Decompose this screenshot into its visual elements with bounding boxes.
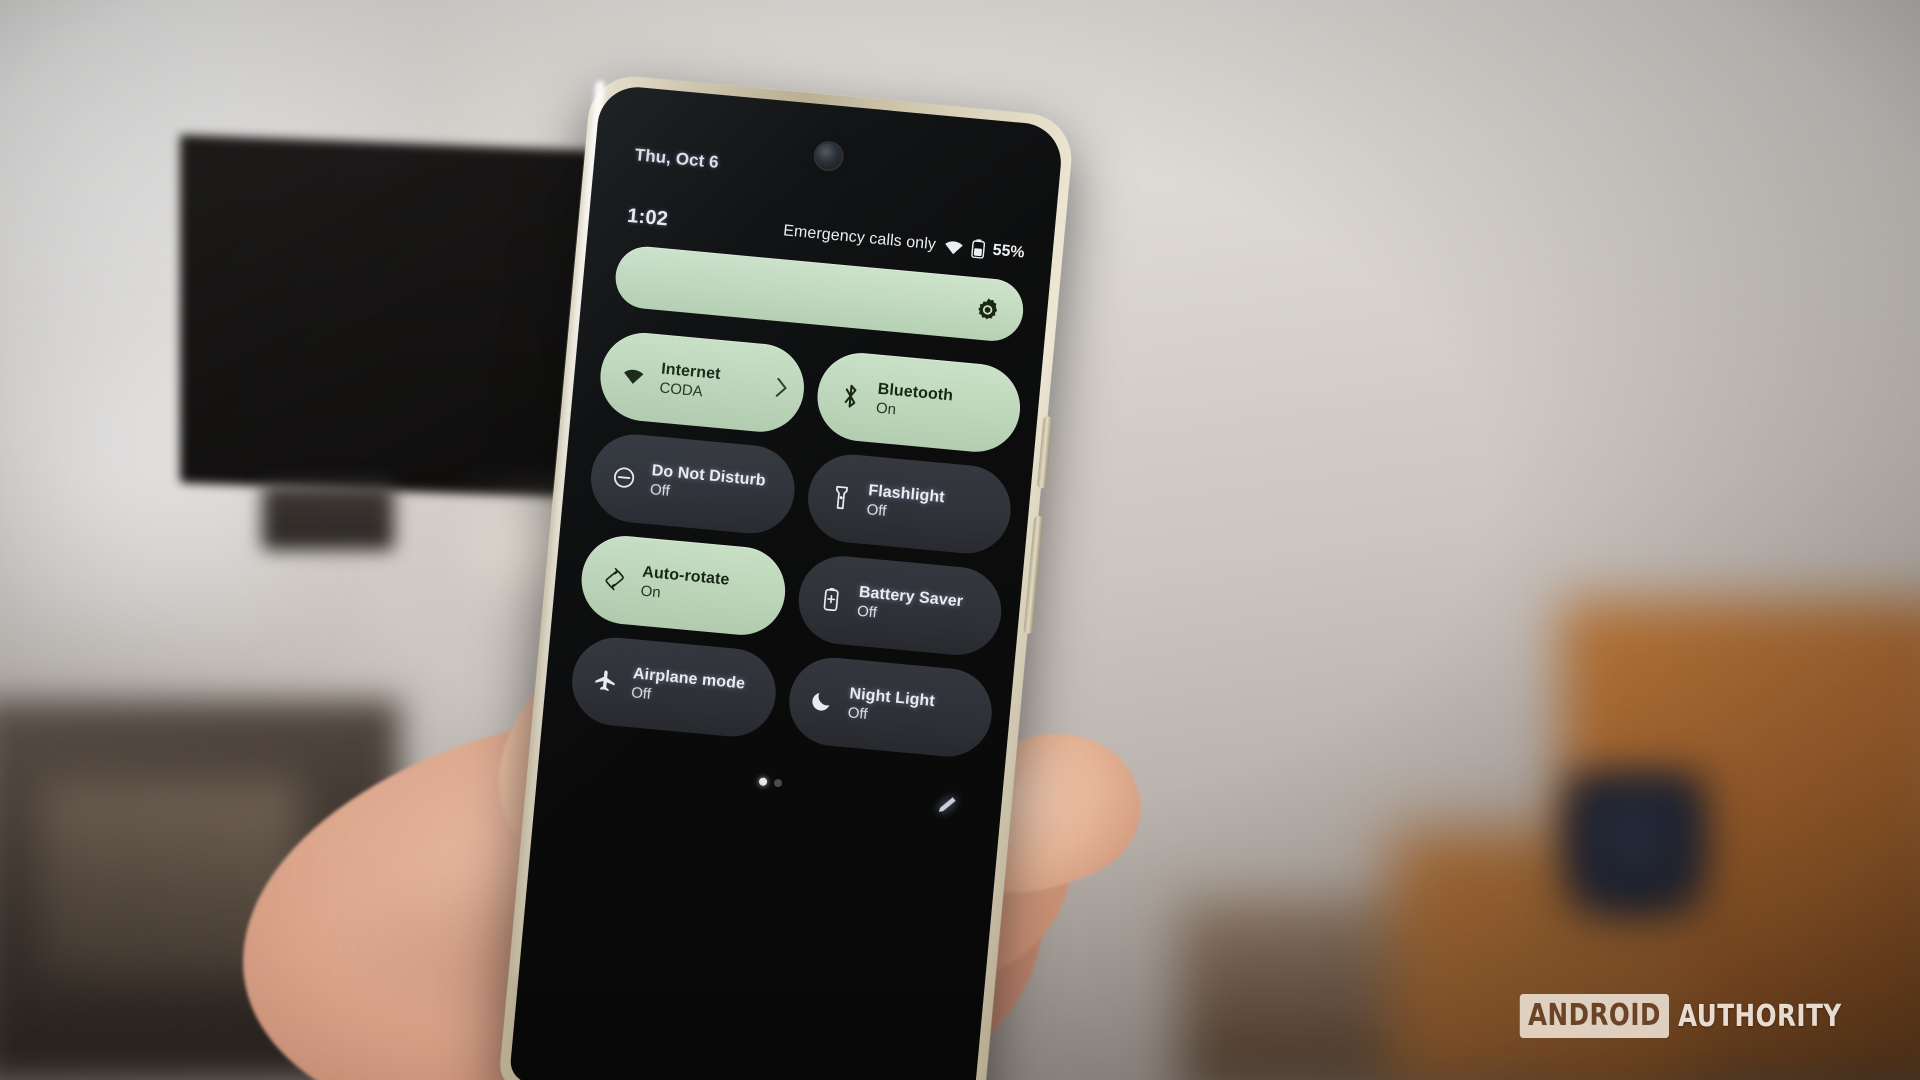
auto-rotate-icon xyxy=(601,566,629,592)
tile-internet[interactable]: Internet CODA xyxy=(596,329,808,436)
tile-text: Auto-rotate On xyxy=(640,563,730,607)
status-date: Thu, Oct 6 xyxy=(634,145,720,172)
chevron-right-icon[interactable] xyxy=(773,377,788,403)
battery-percent: 55% xyxy=(991,241,1026,262)
cabinet-highlight xyxy=(40,780,300,980)
photo-scene: Thu, Oct 6 1:02 Emergency calls only 55%… xyxy=(0,0,1920,1080)
edit-tiles-button[interactable] xyxy=(930,785,967,822)
brightness-sun-icon xyxy=(973,295,1002,324)
watermark-brand-box: ANDROID xyxy=(1520,994,1670,1038)
tile-flashlight[interactable]: Flashlight Off xyxy=(803,450,1015,558)
tile-airplane-mode[interactable]: Airplane mode Off xyxy=(568,633,780,741)
tile-bluetooth[interactable]: Bluetooth On xyxy=(813,349,1024,456)
tile-night-light[interactable]: Night Light Off xyxy=(784,653,996,761)
airplane-icon xyxy=(591,668,619,694)
watermark-brand-text: AUTHORITY xyxy=(1678,998,1843,1034)
tile-do-not-disturb[interactable]: Do Not Disturb Off xyxy=(587,430,798,538)
battery-icon xyxy=(971,239,986,259)
status-time: 1:02 xyxy=(626,204,669,231)
wifi-icon xyxy=(620,366,648,386)
tile-text: Night Light Off xyxy=(847,685,935,729)
power-button[interactable] xyxy=(1036,416,1053,489)
tile-text: Internet CODA xyxy=(659,360,722,402)
tile-text: Flashlight Off xyxy=(866,482,946,525)
watermark: ANDROID AUTHORITY xyxy=(1487,994,1878,1038)
wifi-icon xyxy=(943,238,964,256)
tile-text: Do Not Disturb Off xyxy=(649,462,766,509)
page-indicator[interactable] xyxy=(758,777,782,788)
tile-text: Bluetooth On xyxy=(875,380,954,423)
quick-settings-tiles: Internet CODA Bluetooth On Do Not Distur… xyxy=(568,329,1024,761)
page-dot-1[interactable] xyxy=(758,777,767,787)
carrier-label: Emergency calls only xyxy=(782,221,937,253)
quick-settings-footer xyxy=(535,741,1004,844)
page-dot-2[interactable] xyxy=(773,778,782,788)
tile-battery-saver[interactable]: Battery Saver Off xyxy=(794,552,1006,659)
tile-text: Airplane mode Off xyxy=(630,665,745,712)
quick-settings-panel: Thu, Oct 6 1:02 Emergency calls only 55%… xyxy=(509,84,1065,1080)
dnd-icon xyxy=(610,464,638,490)
status-indicators: Emergency calls only 55% xyxy=(782,221,1026,262)
navy-object xyxy=(1560,770,1710,920)
battery-saver-icon xyxy=(817,586,845,612)
bluetooth-icon xyxy=(836,382,864,410)
moon-icon xyxy=(808,688,836,713)
flashlight-icon xyxy=(827,484,855,510)
tile-text: Battery Saver Off xyxy=(856,583,963,629)
television-stand xyxy=(262,484,394,550)
phone-screen[interactable]: Thu, Oct 6 1:02 Emergency calls only 55%… xyxy=(508,83,1065,1080)
phone: Thu, Oct 6 1:02 Emergency calls only 55%… xyxy=(438,32,1153,1080)
tile-auto-rotate[interactable]: Auto-rotate On xyxy=(577,532,789,639)
